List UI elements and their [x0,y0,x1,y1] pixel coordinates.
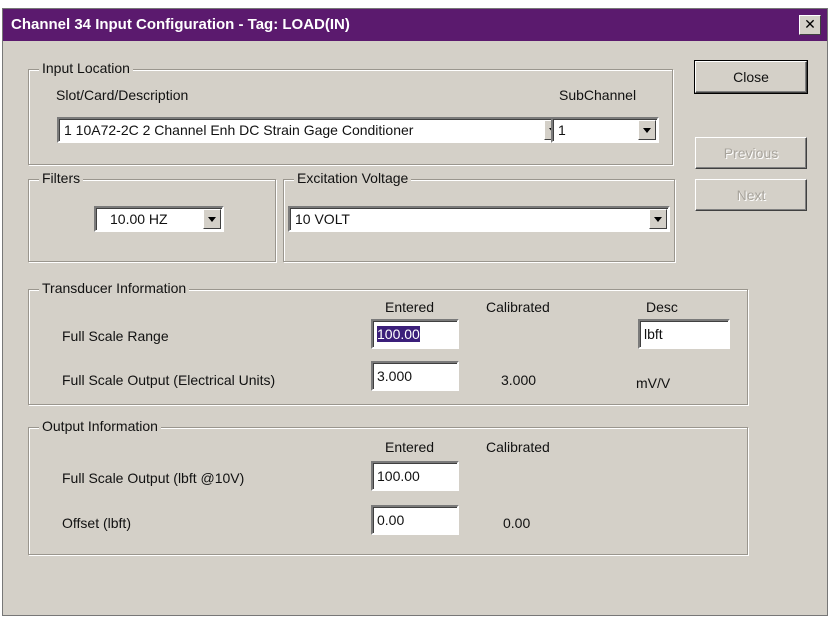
filters-select-value: 10.00 HZ [110,211,168,227]
chevron-down-icon[interactable] [203,209,221,229]
filters-group: Filters 10.00 HZ [28,170,276,262]
full-scale-range-input[interactable]: 100.00 [371,319,459,349]
excitation-select-value: 10 VOLT [295,211,350,227]
transducer-calibrated-header: Calibrated [486,299,550,315]
slot-label: Slot/Card/Description [56,87,189,103]
output-fso-input[interactable]: 100.00 [371,461,459,491]
slot-select[interactable]: 1 10A72-2C 2 Channel Enh DC Strain Gage … [57,117,565,143]
offset-value: 0.00 [377,512,405,528]
output-calibrated-header: Calibrated [486,439,550,455]
output-legend: Output Information [39,418,161,434]
fso-electrical-calibrated: 3.000 [501,372,537,388]
output-fso-label: Full Scale Output (lbft @10V) [62,470,245,486]
fso-electrical-value: 3.000 [377,368,413,384]
excitation-group: Excitation Voltage 10 VOLT [283,170,675,262]
subchannel-select[interactable]: 1 [551,117,659,143]
window-title: Channel 34 Input Configuration - Tag: LO… [11,16,350,33]
offset-label: Offset (lbft) [62,515,131,531]
close-button[interactable]: Close [694,60,808,94]
title-bar: Channel 34 Input Configuration - Tag: LO… [3,9,827,41]
fso-electrical-input[interactable]: 3.000 [371,361,459,391]
full-scale-range-value: 100.00 [377,326,420,342]
slot-select-value: 1 10A72-2C 2 Channel Enh DC Strain Gage … [64,122,414,138]
range-desc-input[interactable]: lbft [638,319,730,349]
excitation-select[interactable]: 10 VOLT [288,206,670,232]
output-group: Output Information Entered Calibrated Fu… [28,418,748,555]
input-location-group: Input Location Slot/Card/Description Sub… [28,60,673,165]
close-icon[interactable]: ✕ [799,15,821,35]
subchannel-label: SubChannel [559,87,637,103]
chevron-down-icon[interactable] [649,209,667,229]
fso-electrical-units: mV/V [636,375,671,391]
config-dialog: Channel 34 Input Configuration - Tag: LO… [2,8,828,616]
offset-calibrated: 0.00 [503,515,531,531]
full-scale-range-label: Full Scale Range [62,328,169,344]
transducer-legend: Transducer Information [39,280,190,296]
transducer-desc-header: Desc [646,299,678,315]
fso-electrical-label: Full Scale Output (Electrical Units) [62,372,276,388]
next-button[interactable]: Next [695,179,807,211]
output-fso-value: 100.00 [377,468,420,484]
chevron-down-icon[interactable] [638,120,656,140]
transducer-group: Transducer Information Entered Calibrate… [28,280,748,405]
output-entered-header: Entered [385,439,435,455]
filters-legend: Filters [39,170,84,186]
previous-button[interactable]: Previous [695,137,807,169]
excitation-legend: Excitation Voltage [294,170,412,186]
subchannel-select-value: 1 [558,122,566,138]
range-desc-value: lbft [644,326,663,342]
offset-input[interactable]: 0.00 [371,505,459,535]
input-location-legend: Input Location [39,60,133,76]
transducer-entered-header: Entered [385,299,435,315]
filters-select[interactable]: 10.00 HZ [94,206,224,232]
